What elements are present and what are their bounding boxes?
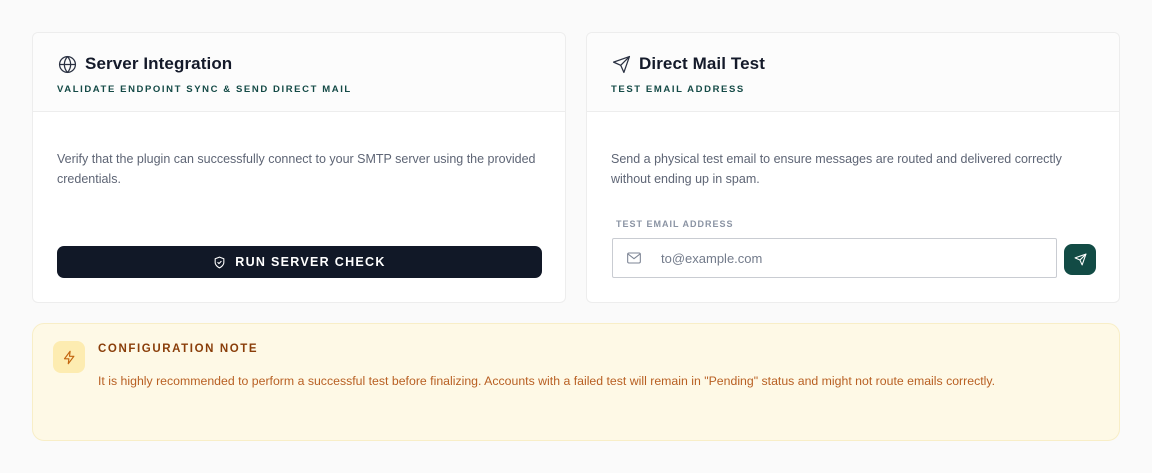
server-card-header: Server Integration VALIDATE ENDPOINT SYN… <box>33 33 565 112</box>
run-server-check-button[interactable]: RUN SERVER CHECK <box>57 246 542 278</box>
server-card-subtitle: VALIDATE ENDPOINT SYNC & SEND DIRECT MAI… <box>57 84 352 95</box>
configuration-note: CONFIGURATION NOTE It is highly recommen… <box>32 323 1120 441</box>
server-title-row: Server Integration <box>57 53 541 75</box>
configuration-note-title: CONFIGURATION NOTE <box>98 343 259 355</box>
lightning-icon <box>53 341 85 373</box>
shield-check-icon <box>213 256 226 269</box>
direct-mail-test-card: Direct Mail Test TEST EMAIL ADDRESS Send… <box>586 32 1120 303</box>
mail-card-header: Direct Mail Test TEST EMAIL ADDRESS <box>587 33 1119 112</box>
send-test-email-button[interactable] <box>1064 244 1096 275</box>
server-card-description: Verify that the plugin can successfully … <box>57 152 536 186</box>
server-integration-card: Server Integration VALIDATE ENDPOINT SYN… <box>32 32 566 303</box>
send-icon <box>1074 253 1087 266</box>
mail-icon <box>626 250 642 266</box>
test-email-field-label: TEST EMAIL ADDRESS <box>616 219 734 229</box>
server-card-body: Verify that the plugin can successfully … <box>33 112 565 189</box>
send-icon <box>611 54 631 74</box>
test-email-input[interactable] <box>661 250 1021 266</box>
server-card-title: Server Integration <box>85 54 233 73</box>
run-server-check-label: RUN SERVER CHECK <box>235 255 386 269</box>
mail-card-title: Direct Mail Test <box>639 54 765 73</box>
mail-card-body: Send a physical test email to ensure mes… <box>587 112 1119 189</box>
mail-card-subtitle: TEST EMAIL ADDRESS <box>611 84 745 95</box>
globe-icon <box>57 54 77 74</box>
mail-card-description: Send a physical test email to ensure mes… <box>611 152 1062 186</box>
configuration-note-text: It is highly recommended to perform a su… <box>98 374 996 388</box>
email-field-wrapper <box>612 238 1057 278</box>
mail-title-row: Direct Mail Test <box>611 53 1095 75</box>
